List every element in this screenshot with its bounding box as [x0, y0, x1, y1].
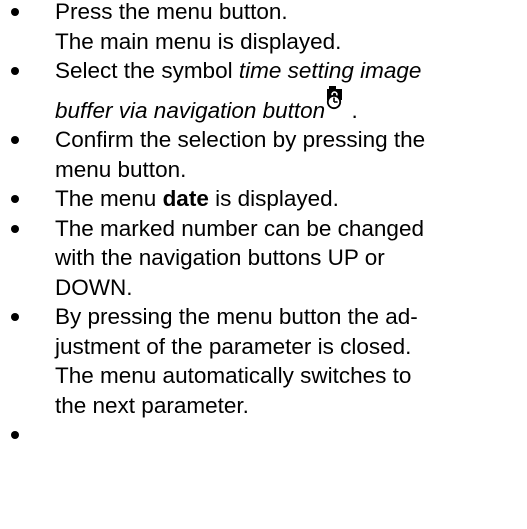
step-text-line: buffer via navigation button .	[55, 85, 527, 126]
bullet-icon	[11, 313, 19, 321]
symbol-name-text: buffer via navigation button	[55, 97, 326, 123]
list-item-close-adjustment: By pressing the menu button the ad- just…	[0, 302, 527, 420]
menu-name-text: date	[162, 186, 209, 211]
list-item-menu-date: The menu date is displayed.	[0, 184, 527, 214]
symbol-name-text: time setting image	[238, 58, 422, 83]
step-text-line: Select the symbol time setting image	[55, 56, 527, 86]
step-text: The menu automatically switches to	[55, 363, 412, 388]
step-text: The marked number can be changed	[55, 215, 424, 241]
step-text: the next parameter.	[55, 392, 249, 418]
instruction-list: Press the menu button. The main menu is …	[0, 0, 527, 449]
bullet-icon	[11, 224, 19, 233]
step-text: Confirm the selection by pressing the	[55, 127, 426, 152]
list-item-change-number: The marked number can be changed with th…	[0, 214, 527, 303]
bullet-icon	[11, 136, 19, 144]
bullet-icon	[11, 67, 19, 75]
bullet-icon	[11, 431, 19, 439]
step-text: justment of the parameter is closed.	[55, 333, 412, 359]
bullet-icon	[11, 195, 19, 203]
step-text: By pressing the menu button the ad-	[55, 304, 418, 329]
step-text: menu button.	[55, 156, 187, 182]
step-result-text: The main menu is displayed.	[55, 28, 342, 54]
list-item-select-symbol: Select the symbol time setting image buf…	[0, 56, 527, 125]
step-text: DOWN.	[55, 274, 133, 300]
bullet-icon	[11, 8, 19, 16]
step-text: Press the menu button.	[55, 0, 288, 24]
instruction-document: Press the menu button. The main menu is …	[0, 0, 527, 529]
step-text: is displayed.	[208, 186, 339, 211]
list-item-empty	[0, 420, 527, 449]
list-item-press-menu: Press the menu button. The main menu is …	[0, 0, 527, 56]
camera-clock-icon	[325, 85, 345, 111]
step-text: The menu	[55, 186, 163, 211]
step-text-line: The menu date is displayed.	[55, 184, 527, 214]
step-text: Select the symbol	[55, 58, 239, 83]
step-text: .	[345, 97, 358, 123]
list-item-confirm-selection: Confirm the selection by pressing the me…	[0, 125, 527, 184]
step-text: with the navigation buttons UP or	[55, 245, 385, 270]
